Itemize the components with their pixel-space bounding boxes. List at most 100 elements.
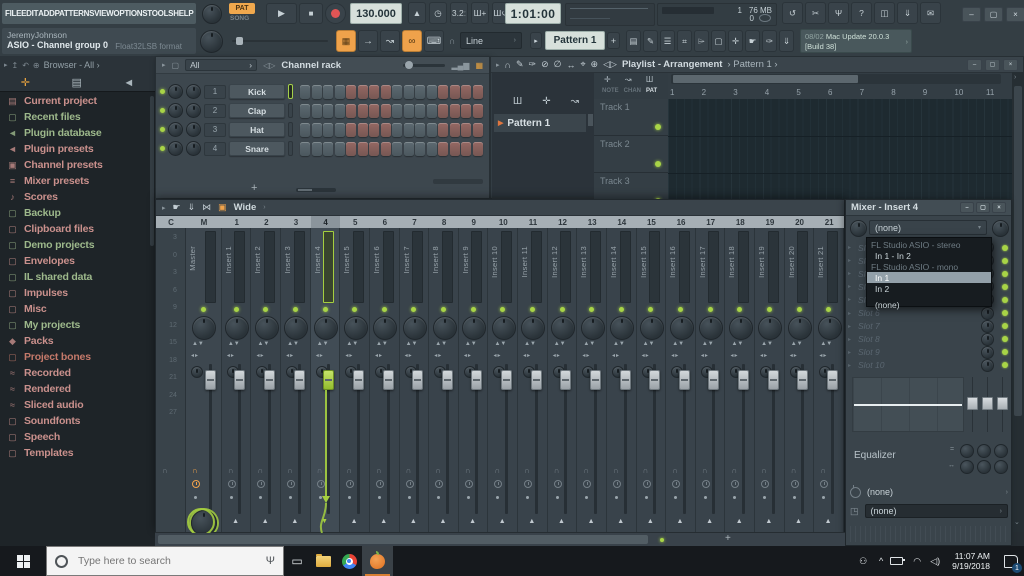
step-cell[interactable] <box>323 141 333 156</box>
delete-tool-icon[interactable]: ⊘ <box>541 59 549 70</box>
mixer-column-6[interactable]: 6 <box>370 216 400 228</box>
browser-item-demo-projects[interactable]: ▢ Demo projects <box>0 237 150 253</box>
button-plugin-icon[interactable]: ✛ <box>728 30 743 52</box>
strip-pan-knob[interactable] <box>551 316 576 340</box>
playback-tool-icon[interactable]: ◁▷ <box>603 59 617 70</box>
strip-pan-knob[interactable] <box>639 316 664 340</box>
stereo-sep-icon[interactable]: ▲▼ <box>643 341 655 347</box>
strip-clock-icon[interactable] <box>464 480 473 488</box>
strip-headphone-icon[interactable]: ∩ <box>494 466 500 475</box>
browser-item-packs[interactable]: ◆ Packs <box>0 333 150 349</box>
strip-enable-led[interactable] <box>737 307 743 312</box>
slot-arrow-icon[interactable]: ▸ <box>848 310 858 317</box>
browser-item-plugin-database[interactable]: ◄ Plugin database <box>0 125 150 141</box>
audio-output-row[interactable]: ◳ (none) › <box>850 503 1008 519</box>
channel-name-button[interactable]: Clap <box>229 103 285 118</box>
shuffle-slider-handle[interactable] <box>236 37 243 45</box>
picker-tab-patterns-icon[interactable]: Ш <box>513 96 522 107</box>
step-cell[interactable] <box>438 84 448 99</box>
mixer-strip-insert-5[interactable]: Insert 5 ▲▼ ◂▸ ∩ ▲ <box>340 228 370 533</box>
strip-record-dot[interactable] <box>733 496 737 499</box>
playlist-track-header[interactable]: Track 2 <box>594 136 668 173</box>
pan-arrows-icon[interactable]: ◂▸ <box>316 352 324 359</box>
effect-slot-10[interactable]: ▸ Slot 10 <box>848 358 1008 372</box>
strip-headphone-icon[interactable]: ∩ <box>192 466 198 475</box>
mixer-strip-insert-15[interactable]: Insert 15 ▲▼ ◂▸ ∩ ▲ <box>636 228 667 533</box>
button-metronome-icon[interactable]: ▲ <box>408 2 426 24</box>
menu-item-patterns[interactable]: PATTERNS <box>55 9 95 18</box>
strip-fader-handle[interactable] <box>708 370 720 390</box>
step-cell[interactable] <box>461 103 471 118</box>
step-cell[interactable] <box>300 141 310 156</box>
slot-enable-led[interactable] <box>1002 362 1008 369</box>
strip-route-arrow[interactable]: ▲ <box>469 518 476 525</box>
slot-enable-led[interactable] <box>1002 349 1008 356</box>
strip-route-arrow[interactable]: ▲ <box>677 518 684 525</box>
step-cell[interactable] <box>461 84 471 99</box>
wifi-icon[interactable]: ◠ <box>908 556 926 567</box>
step-cell[interactable] <box>392 122 402 137</box>
browser-item-mixer-presets[interactable]: ≡ Mixer presets <box>0 173 150 189</box>
mixer-column-9[interactable]: 9 <box>459 216 489 228</box>
mixer-strip-insert-20[interactable]: Insert 20 ▲▼ ◂▸ ∩ ▲ <box>784 228 815 533</box>
pattern-list-item[interactable]: ▶ Pattern 1 <box>494 114 586 132</box>
props-minimize-button[interactable]: – <box>960 202 974 213</box>
strip-route-arrow[interactable]: ▲ <box>795 518 802 525</box>
mixer-strip-insert-7[interactable]: Insert 7 ▲▼ ◂▸ ∩ ▲ <box>399 228 430 533</box>
strip-record-dot[interactable] <box>496 496 500 499</box>
metronome-bell-button[interactable]: ⌨ <box>424 30 444 52</box>
record-button[interactable] <box>325 3 346 24</box>
browser-item-my-projects[interactable]: ▢ My projects <box>0 317 150 333</box>
mixer-strip-insert-17[interactable]: Insert 17 ▲▼ ◂▸ ∩ ▲ <box>695 228 726 533</box>
stop-button[interactable]: ■ <box>299 3 323 24</box>
stereo-sep-icon[interactable]: ▲▼ <box>406 341 418 347</box>
mixer-link-icon[interactable]: ⋈ <box>202 202 211 213</box>
strip-headphone-icon[interactable]: ∩ <box>435 466 441 475</box>
button-chat-icon[interactable]: ✉ <box>920 2 941 24</box>
pan-arrows-icon[interactable]: ◂▸ <box>256 352 264 359</box>
step-cell[interactable] <box>380 84 391 99</box>
slot-arrow-icon[interactable]: ▸ <box>848 296 858 303</box>
mixer-menu-icon[interactable]: ▸ <box>162 204 166 212</box>
eq-knob-6[interactable] <box>994 460 1008 474</box>
step-cell[interactable] <box>346 84 356 99</box>
channel-pan-knob[interactable] <box>168 84 183 99</box>
rack-hscroll[interactable] <box>296 188 336 192</box>
strip-clock-icon[interactable] <box>672 480 681 488</box>
mixer-column-17[interactable]: 17 <box>696 216 726 228</box>
strip-enable-led[interactable] <box>826 307 832 312</box>
mixer-strip-insert-8[interactable]: Insert 8 ▲▼ ◂▸ ∩ ▲ <box>429 228 459 533</box>
bottom-scrollbar[interactable]: + <box>155 532 845 547</box>
strip-headphone-icon[interactable]: ∩ <box>761 466 767 475</box>
step-cell[interactable] <box>311 84 322 99</box>
shuffle-slider[interactable] <box>232 37 328 45</box>
button-undo-icon[interactable]: ↺ <box>782 2 803 24</box>
step-cell[interactable] <box>380 122 391 137</box>
mixer-strip-insert-4[interactable]: Insert 4 ▲▼ ◂▸ ∩ ▼ <box>310 228 341 533</box>
step-cell[interactable] <box>311 103 322 118</box>
pan-arrows-icon[interactable]: ◂▸ <box>286 352 294 359</box>
strip-record-dot[interactable] <box>466 496 470 499</box>
step-cell[interactable] <box>461 141 471 156</box>
pan-arrows-icon[interactable]: ◂▸ <box>523 352 531 359</box>
step-cell[interactable] <box>472 141 483 156</box>
eq-knob-3[interactable] <box>994 444 1008 458</box>
mixer-view-mode[interactable]: Wide <box>234 202 257 213</box>
mixer-strip-insert-16[interactable]: Insert 16 ▲▼ ◂▸ ∩ ▲ <box>666 228 696 533</box>
step-cell[interactable] <box>334 122 345 137</box>
strip-headphone-icon[interactable]: ∩ <box>524 466 530 475</box>
slot-mix-knob[interactable] <box>981 358 994 372</box>
step-cell[interactable] <box>323 84 333 99</box>
strip-route-arrow[interactable]: ▲ <box>232 518 239 525</box>
strip-headphone-icon[interactable]: ∩ <box>406 466 412 475</box>
step-cell[interactable] <box>449 103 460 118</box>
button-render-icon[interactable]: ⇓ <box>897 2 918 24</box>
send-time-row[interactable]: (none) › <box>850 484 1008 500</box>
button-remote-icon[interactable]: ⇓ <box>779 30 794 52</box>
strip-clock-icon[interactable] <box>316 480 325 488</box>
mixer-strip-insert-10[interactable]: Insert 10 ▲▼ ◂▸ ∩ ▲ <box>488 228 519 533</box>
search-mic-icon[interactable]: Ψ <box>266 555 275 567</box>
strip-clock-icon[interactable] <box>346 480 355 488</box>
mixer-column-12[interactable]: 12 <box>548 216 578 228</box>
slot-arrow-icon[interactable]: ▸ <box>848 257 858 264</box>
